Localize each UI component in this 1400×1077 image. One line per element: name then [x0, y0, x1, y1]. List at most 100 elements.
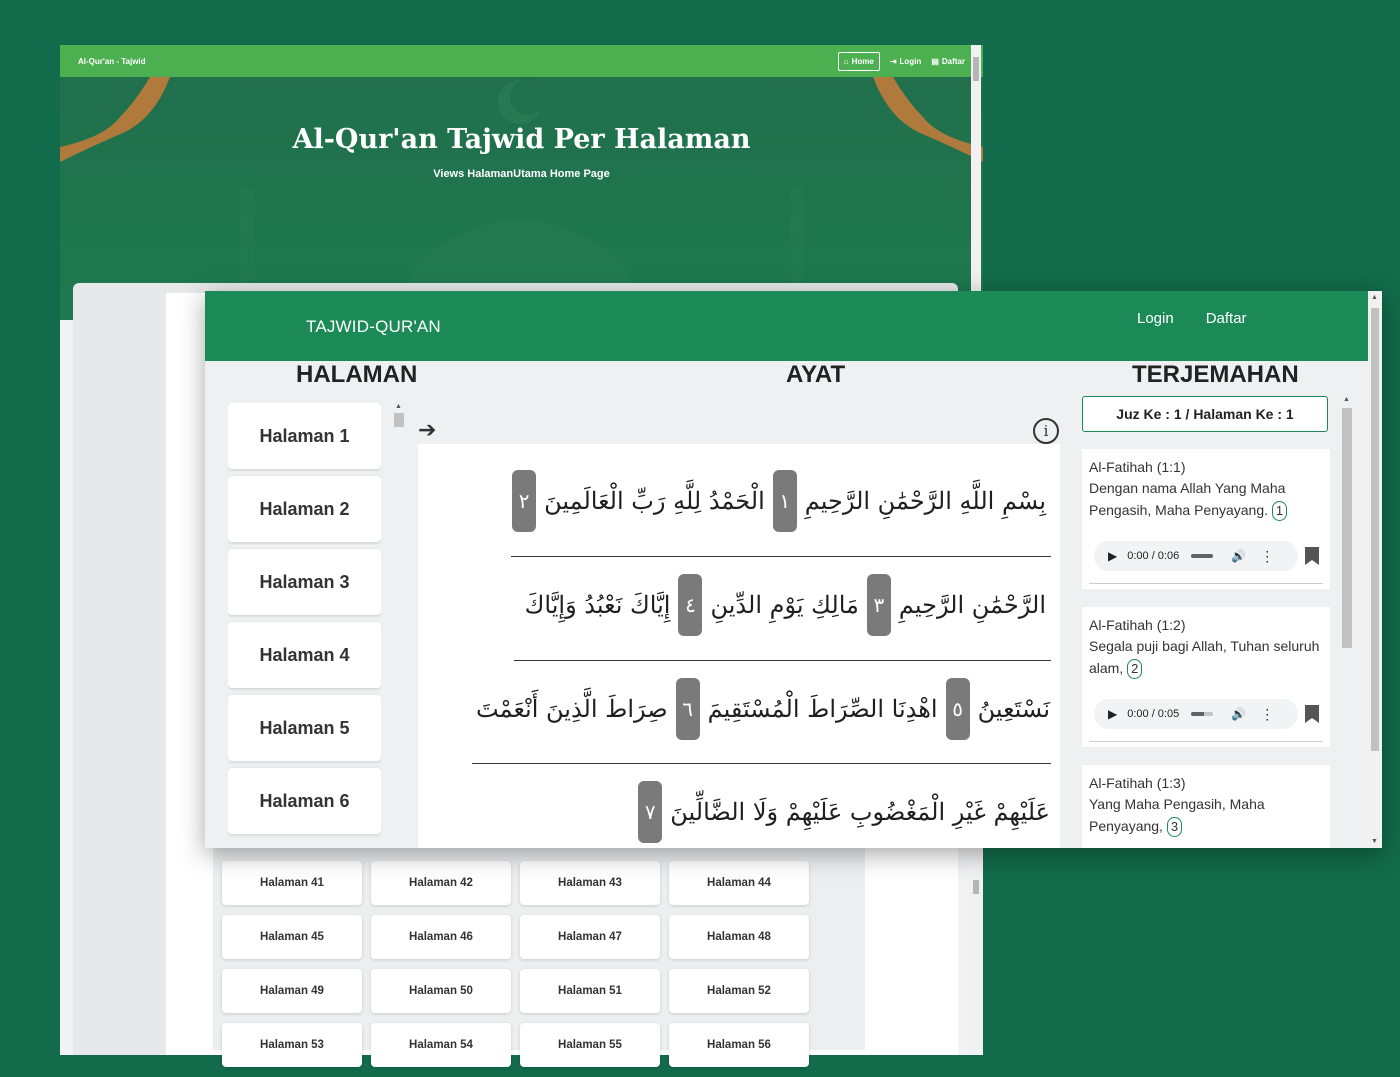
terjemahan-scrollbar[interactable]: ▲: [1342, 396, 1352, 848]
grid-halaman-button[interactable]: Halaman 56: [669, 1023, 809, 1067]
ayat-text-segment: نَسْتَعِينُ: [977, 695, 1050, 723]
play-icon[interactable]: ▶: [1108, 707, 1117, 721]
grid-halaman-button[interactable]: Halaman 52: [669, 969, 809, 1013]
home-icon: ⌂: [843, 56, 849, 66]
ayat-number-marker[interactable]: ٣: [866, 574, 891, 636]
back-brand[interactable]: Al-Qur'an - Tajwid: [78, 57, 828, 66]
grid-halaman-button[interactable]: Halaman 45: [222, 915, 362, 959]
ayat-text-segment: الْحَمْدُ لِلَّهِ رَبِّ الْعَالَمِينَ: [544, 487, 765, 515]
ayat-number-badge: 1: [1271, 501, 1288, 521]
translation-card: Al-Fatihah (1:1) Dengan nama Allah Yang …: [1082, 449, 1330, 589]
hero-title: Al-Qur'an Tajwid Per Halaman: [292, 124, 751, 155]
ayat-number-marker[interactable]: ٧: [638, 781, 663, 843]
grid-halaman-button[interactable]: Halaman 55: [520, 1023, 660, 1067]
translation-text: Dengan nama Allah Yang Maha Pengasih, Ma…: [1082, 475, 1330, 521]
ayat-number-badge: 2: [1127, 659, 1143, 679]
daftar-link[interactable]: Daftar: [1206, 310, 1247, 327]
ayat-line: الرَّحْمَٰنِ الرَّحِيمِ ٣ مَالِكِ يَوْمِ ا…: [523, 573, 1048, 637]
front-window-scrollbar-thumb[interactable]: [1371, 308, 1379, 751]
terjemahan-scrollbar-thumb[interactable]: [1342, 408, 1352, 648]
audio-player[interactable]: ▶ 0:00 / 0:06 🔊 ⋮: [1094, 541, 1298, 571]
translation-surah-ref: Al-Fatihah (1:3): [1089, 775, 1186, 791]
ayat-column-header: AYAT: [786, 361, 846, 388]
hero-subtitle: Views HalamanUtama Home Page: [433, 168, 610, 180]
front-brand[interactable]: TAJWID-QUR'AN: [306, 317, 441, 337]
back-home-link[interactable]: ⌂ Home: [837, 51, 880, 71]
halaman-list-item[interactable]: Halaman 5: [228, 695, 381, 761]
ayat-line: عَلَيْهِمْ غَيْرِ الْمَغْضُوبِ عَلَيْهِم…: [632, 780, 1052, 844]
scroll-down-arrow-icon[interactable]: ▼: [1371, 838, 1378, 845]
ayat-line-divider: [472, 763, 1051, 764]
grid-halaman-button[interactable]: Halaman 44: [669, 861, 809, 905]
login-icon: ⇥: [889, 56, 897, 66]
grid-halaman-button[interactable]: Halaman 41: [222, 861, 362, 905]
translation-divider: [1089, 583, 1323, 584]
login-link[interactable]: Login: [1137, 310, 1174, 327]
grid-halaman-button[interactable]: Halaman 49: [222, 969, 362, 1013]
translation-divider: [1089, 741, 1323, 742]
foreground-browser-window: TAJWID-QUR'AN Login Daftar HALAMAN AYAT …: [205, 291, 1382, 848]
arrow-right-icon[interactable]: ➔: [418, 417, 436, 443]
halaman-list-scrollbar[interactable]: ▲: [394, 403, 404, 848]
grid-halaman-button[interactable]: Halaman 51: [520, 969, 660, 1013]
audio-player[interactable]: ▶ 0:00 / 0:05 🔊 ⋮: [1094, 699, 1298, 729]
audio-progress-bar[interactable]: [1191, 554, 1214, 558]
front-nav-links: Login Daftar: [1137, 310, 1247, 327]
grid-halaman-button[interactable]: Halaman 47: [520, 915, 660, 959]
translation-card: Al-Fatihah (1:3) Yang Maha Pengasih, Mah…: [1082, 765, 1330, 848]
back-grid-scrollbar[interactable]: [970, 870, 982, 1050]
ayat-number-marker[interactable]: ٥: [945, 678, 970, 740]
ayat-line: بِسْمِ اللَّهِ الرَّحْمَٰنِ الرَّحِيمِ ١ ا…: [506, 469, 1048, 533]
more-options-icon[interactable]: ⋮: [1260, 706, 1274, 723]
ayat-text-segment: صِرَاطَ الَّذِينَ أَنْعَمْتَ: [476, 695, 668, 723]
halaman-list-scrollbar-thumb[interactable]: [394, 413, 404, 427]
front-navbar: TAJWID-QUR'AN Login Daftar: [205, 291, 1382, 361]
volume-icon[interactable]: 🔊: [1231, 549, 1246, 563]
grid-halaman-button[interactable]: Halaman 48: [669, 915, 809, 959]
scroll-up-arrow-icon[interactable]: ▲: [1371, 294, 1378, 301]
ayat-line: نَسْتَعِينُ ٥ اهْدِنَا الصِّرَاطَ الْمُسْت…: [474, 677, 1052, 741]
grid-halaman-button[interactable]: Halaman 43: [520, 861, 660, 905]
play-icon[interactable]: ▶: [1108, 549, 1117, 563]
grid-halaman-button[interactable]: Halaman 42: [371, 861, 511, 905]
halaman-list-item[interactable]: Halaman 3: [228, 549, 381, 615]
halaman-list-item[interactable]: Halaman 4: [228, 622, 381, 688]
register-icon: ▤: [931, 56, 939, 66]
halaman-list-item[interactable]: Halaman 1: [228, 403, 381, 469]
back-scrollbar-thumb[interactable]: [973, 57, 979, 81]
front-window-scrollbar[interactable]: ▲ ▼: [1368, 291, 1382, 848]
back-login-link[interactable]: ⇥ Login: [890, 57, 921, 66]
audio-progress-bar[interactable]: [1191, 712, 1214, 716]
halaman-list: Halaman 1 Halaman 2 Halaman 3 Halaman 4 …: [228, 403, 381, 848]
ayat-line-divider: [511, 556, 1051, 557]
halaman-list-item[interactable]: Halaman 2: [228, 476, 381, 542]
scroll-up-arrow-icon[interactable]: ▲: [1343, 396, 1350, 403]
ayat-panel: بِسْمِ اللَّهِ الرَّحْمَٰنِ الرَّحِيمِ ١ ا…: [418, 444, 1060, 848]
ayat-number-marker[interactable]: ٢: [512, 470, 537, 532]
back-grid-scrollbar-thumb[interactable]: [973, 880, 979, 894]
grid-halaman-button[interactable]: Halaman 54: [371, 1023, 511, 1067]
grid-halaman-button[interactable]: Halaman 46: [371, 915, 511, 959]
scroll-up-arrow-icon[interactable]: ▲: [395, 403, 402, 410]
translation-surah-ref: Al-Fatihah (1:1): [1089, 459, 1186, 475]
more-options-icon[interactable]: ⋮: [1260, 548, 1274, 565]
halaman-list-item[interactable]: Halaman 6: [228, 768, 381, 834]
grid-row: Halaman 41 Halaman 42 Halaman 43 Halaman…: [222, 861, 872, 905]
bookmark-icon[interactable]: [1305, 705, 1319, 723]
ayat-text-segment: إِيَّاكَ نَعْبُدُ وَإِيَّاكَ: [524, 591, 671, 619]
grid-halaman-button[interactable]: Halaman 53: [222, 1023, 362, 1067]
grid-halaman-button[interactable]: Halaman 50: [371, 969, 511, 1013]
volume-icon[interactable]: 🔊: [1231, 707, 1246, 721]
ayat-number-marker[interactable]: ١: [772, 470, 797, 532]
halaman-column-header: HALAMAN: [296, 361, 418, 388]
ayat-line-divider: [514, 660, 1051, 661]
ayat-number-marker[interactable]: ٤: [678, 574, 703, 636]
audio-time: 0:00 / 0:06: [1127, 550, 1180, 562]
back-register-link[interactable]: ▤ Daftar: [931, 57, 965, 66]
bookmark-icon[interactable]: [1305, 547, 1319, 565]
juz-halaman-indicator: Juz Ke : 1 / Halaman Ke : 1: [1082, 396, 1328, 432]
ayat-text-segment: بِسْمِ اللَّهِ الرَّحْمَٰنِ الرَّحِيمِ: [804, 487, 1046, 515]
ayat-text-segment: عَلَيْهِمْ غَيْرِ الْمَغْضُوبِ عَلَيْهِم…: [670, 798, 1050, 826]
info-icon[interactable]: i: [1033, 418, 1059, 444]
ayat-number-marker[interactable]: ٦: [675, 678, 700, 740]
